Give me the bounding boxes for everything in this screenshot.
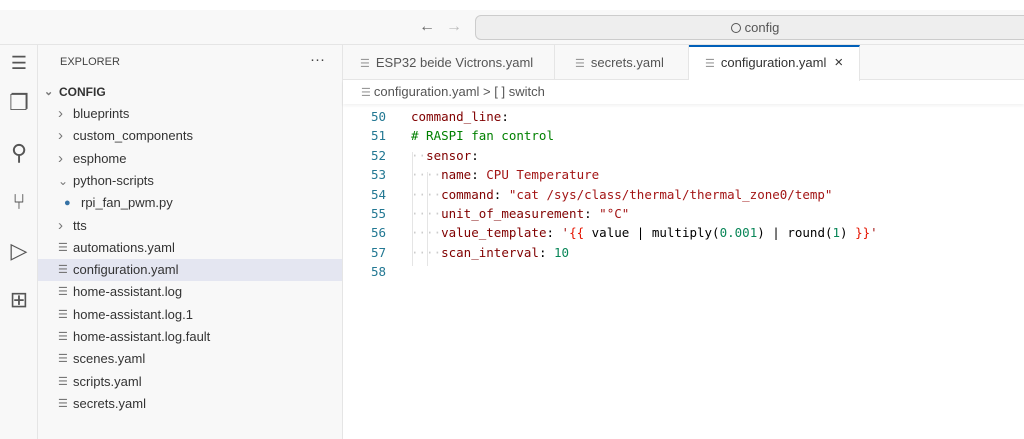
tree-item-label: home-assistant.log <box>73 284 183 300</box>
file-icon: ☰ <box>361 87 374 99</box>
chevron-right-icon: › <box>58 216 63 234</box>
tab-configuration[interactable]: ☰ configuration.yaml × <box>689 45 860 81</box>
extensions-icon[interactable]: ⊞ <box>5 286 33 314</box>
tab-bar: ☰ ESP32 beide Victrons.yaml ☰ secrets.yaml… <box>343 45 1024 81</box>
tree-item-configuration-yaml[interactable]: ☰ configuration.yaml <box>38 259 342 282</box>
code-line: ··sensor: <box>411 147 479 163</box>
menu-icon[interactable]: ☰ <box>5 49 33 77</box>
file-icon: ☰ <box>58 286 68 299</box>
tree-item-label: rpi_fan_pwm.py <box>81 195 173 211</box>
breadcrumb-symbol[interactable]: [ ] switch <box>494 84 545 99</box>
tab-esp32[interactable]: ☰ ESP32 beide Victrons.yaml <box>343 45 555 80</box>
editor: ☰ ESP32 beide Victrons.yaml ☰ secrets.yaml… <box>343 45 1024 439</box>
code-line: ····value_template: '{{ value | multiply… <box>411 225 878 241</box>
search-icon[interactable]: ⚲ <box>5 139 33 167</box>
tree-item-scripts-yaml[interactable]: ☰ scripts.yaml <box>38 371 342 393</box>
code-line: ····command: "cat /sys/class/thermal/the… <box>411 186 833 202</box>
chevron-down-icon: ⌄ <box>58 173 69 188</box>
command-center-search[interactable]: config <box>475 15 1024 40</box>
tree-item-blueprints[interactable]: › blueprints <box>38 103 342 125</box>
tree-item-label: esphome <box>73 150 127 166</box>
tree-item-home-assistant-log[interactable]: ☰ home-assistant.log <box>38 281 342 303</box>
tree-item-label: custom_components <box>73 128 193 144</box>
tree-item-label: automations.yaml <box>73 239 175 255</box>
explorer-sidebar: EXPLORER ··· ⌄ CONFIG › blueprints › custom… <box>38 45 343 439</box>
source-control-icon[interactable]: ⑂ <box>5 188 33 216</box>
file-icon: ☰ <box>58 375 68 388</box>
chevron-right-icon: › <box>58 105 63 122</box>
search-icon <box>730 23 741 33</box>
close-icon[interactable]: × <box>834 54 843 71</box>
file-icon: ☰ <box>58 264 68 277</box>
file-icon: ☰ <box>705 58 715 70</box>
back-button[interactable]: ← <box>419 18 435 36</box>
explorer-title: EXPLORER <box>60 56 120 68</box>
run-debug-icon[interactable]: ▷ <box>5 237 33 265</box>
code-line: ····name: CPU Temperature <box>411 167 600 183</box>
tree-item-label: home-assistant.log.fault <box>73 329 211 344</box>
file-icon: ☰ <box>575 58 585 70</box>
chevron-right-icon: › <box>58 149 63 167</box>
code-line: # RASPI fan control <box>411 128 554 144</box>
tree-item-custom-components[interactable]: › custom_components <box>38 125 342 147</box>
tree-item-secrets-yaml[interactable]: ☰ secrets.yaml <box>38 393 342 415</box>
code-line: command_line: <box>411 109 509 124</box>
tree-item-esphome[interactable]: › esphome <box>38 148 342 170</box>
code-line: ····unit_of_measurement: "°C" <box>411 205 630 221</box>
tab-secrets[interactable]: ☰ secrets.yaml <box>555 45 689 80</box>
code-line: ····scan_interval: 10 <box>411 244 570 260</box>
tree-item-rpi-fan-pwm-py[interactable]: ● rpi_fan_pwm.py <box>38 192 342 214</box>
breadcrumb: ☰ configuration.yaml > [ ] switch <box>343 80 1024 104</box>
chevron-right-icon: › <box>58 127 63 145</box>
file-icon: ☰ <box>58 241 68 254</box>
activity-bar: ☰ ❐ ⚲ ⑂ ▷ ⊞ <box>0 45 38 439</box>
tree-item-tts[interactable]: › tts <box>38 215 342 237</box>
file-icon: ☰ <box>58 397 68 410</box>
tree-item-scenes-yaml[interactable]: ☰ scenes.yaml <box>38 348 342 370</box>
breadcrumb-file[interactable]: configuration.yaml <box>374 84 480 99</box>
forward-button[interactable]: → <box>446 18 462 36</box>
python-file-icon: ● <box>64 197 71 210</box>
tree-item-label: secrets.yaml <box>73 395 146 411</box>
tree-item-automations-yaml[interactable]: ☰ automations.yaml <box>38 237 342 259</box>
file-icon: ☰ <box>58 331 68 343</box>
file-icon: ☰ <box>58 353 68 366</box>
tree-item-label: python-scripts <box>73 172 154 188</box>
tree-item-python-scripts[interactable]: ⌄ python-scripts <box>38 170 342 192</box>
tree-item-label: home-assistant.log.1 <box>73 306 193 322</box>
tree-item-label: scenes.yaml <box>73 351 146 367</box>
tree-item-home-assistant-log-1[interactable]: ☰ home-assistant.log.1 <box>38 304 342 326</box>
search-text: config <box>744 20 780 35</box>
tree-item-label: scripts.yaml <box>73 373 142 389</box>
tree-item-label: blueprints <box>73 106 130 121</box>
title-bar: ← → config <box>0 10 1024 45</box>
tree-item-label: tts <box>73 217 87 233</box>
chevron-down-icon: ⌄ <box>44 86 54 98</box>
file-icon: ☰ <box>360 58 370 70</box>
tree-item-label: configuration.yaml <box>73 262 179 278</box>
root-folder-config[interactable]: ⌄ CONFIG <box>38 81 342 103</box>
more-actions-button[interactable]: ··· <box>310 51 325 68</box>
explorer-icon[interactable]: ❐ <box>5 89 33 117</box>
file-icon: ☰ <box>58 308 68 321</box>
top-margin <box>0 0 1024 10</box>
tree-item-home-assistant-log-fault[interactable]: ☰ home-assistant.log.fault <box>38 326 342 348</box>
